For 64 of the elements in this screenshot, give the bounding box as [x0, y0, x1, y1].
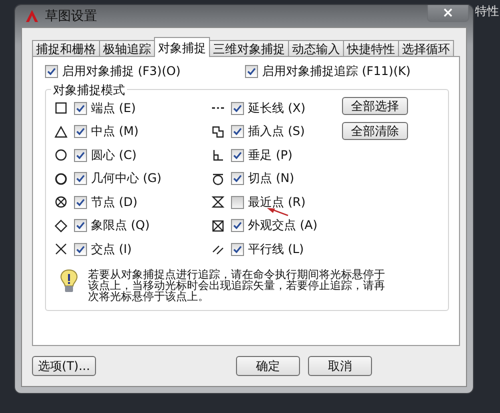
checkbox-label: 启用对象捕捉追踪 (F11)(K): [262, 63, 411, 80]
app-logo-icon: [25, 9, 39, 23]
checkbox-label: 切点 (N): [248, 170, 294, 187]
checkbox[interactable]: [231, 196, 244, 208]
tab[interactable]: 捕捉和栅格: [32, 40, 100, 56]
triangle-icon: [54, 124, 68, 138]
lightbulb-icon: [60, 269, 78, 293]
cross-icon: [54, 242, 68, 256]
crossed-square-icon: [211, 218, 225, 232]
checkbox-label: 节点 (D): [91, 194, 138, 210]
checkbox-label: 几何中心 (G): [91, 170, 162, 187]
checkbox[interactable]: [74, 125, 87, 138]
group-title: 对象捕捉模式: [51, 82, 127, 99]
checkbox[interactable]: [74, 219, 87, 232]
cancel-button[interactable]: 取消: [308, 356, 372, 376]
checkbox[interactable]: [74, 172, 87, 185]
checkbox-label: 圆心 (C): [91, 146, 137, 164]
checkbox-label: 中点 (M): [91, 123, 139, 140]
checkbox-label: 外观交点 (A): [248, 217, 318, 234]
checkbox-label: 端点 (E): [91, 100, 136, 116]
hourglass-icon: [211, 195, 225, 209]
insertion-squares-icon: [211, 124, 225, 138]
ok-button[interactable]: 确定: [236, 356, 300, 376]
endpoint-square-icon: [54, 101, 68, 115]
window-title: 草图设置: [45, 8, 97, 25]
checkbox[interactable]: [231, 148, 244, 162]
clear-all-button[interactable]: 全部清除: [342, 122, 408, 140]
tab[interactable]: 动态输入: [288, 40, 344, 56]
checkbox[interactable]: [231, 242, 244, 256]
tab[interactable]: 极轴追踪: [99, 40, 155, 56]
checkbox-label: 垂足 (P): [248, 146, 292, 164]
checkbox[interactable]: [74, 102, 87, 114]
checkbox[interactable]: [231, 125, 244, 138]
checkbox-label: 插入点 (S): [248, 123, 305, 140]
checkbox-label: 启用对象捕捉 (F3)(O): [62, 63, 181, 80]
checkbox[interactable]: [74, 196, 87, 208]
arrow-annotation: [267, 208, 289, 216]
tab[interactable]: 三维对象捕捉: [209, 40, 289, 56]
checkbox[interactable]: [74, 242, 87, 256]
select-all-button[interactable]: 全部选择: [342, 97, 408, 115]
checkbox[interactable]: [231, 219, 244, 232]
checkbox[interactable]: [45, 65, 58, 78]
perpendicular-icon: [211, 148, 225, 162]
tab[interactable]: 对象捕捉: [154, 37, 210, 57]
circle-icon: [54, 148, 68, 162]
tab[interactable]: 选择循环: [398, 40, 454, 56]
close-button[interactable]: ×: [427, 5, 469, 22]
checkbox-label: 最近点 (R): [248, 194, 306, 210]
checkbox-label: 平行线 (L): [248, 240, 304, 258]
checkbox[interactable]: [231, 102, 244, 114]
menu-label: 特性: [475, 3, 499, 20]
checkbox-label: 延长线 (X): [248, 100, 306, 116]
diamond-icon: [54, 218, 68, 232]
crossed-circle-icon: [54, 195, 68, 209]
options-button[interactable]: 选项(T)...: [32, 356, 96, 376]
checkbox[interactable]: [231, 172, 244, 185]
checkbox-label: 象限点 (Q): [91, 217, 150, 234]
checkbox-label: 交点 (I): [91, 240, 132, 258]
tab[interactable]: 快捷特性: [343, 40, 399, 56]
checkbox[interactable]: [74, 148, 87, 162]
tangent-circle-icon: [211, 172, 225, 186]
hint-text: 若要从对象捕捉点进行追踪，请在命令执行期间将光标悬停于该点上，当移动光标时会出现追踪矢量，若要停止追踪，请再次将光标悬停于该点上。: [88, 269, 386, 302]
circle-icon: [54, 172, 68, 186]
checkbox[interactable]: [245, 65, 258, 78]
